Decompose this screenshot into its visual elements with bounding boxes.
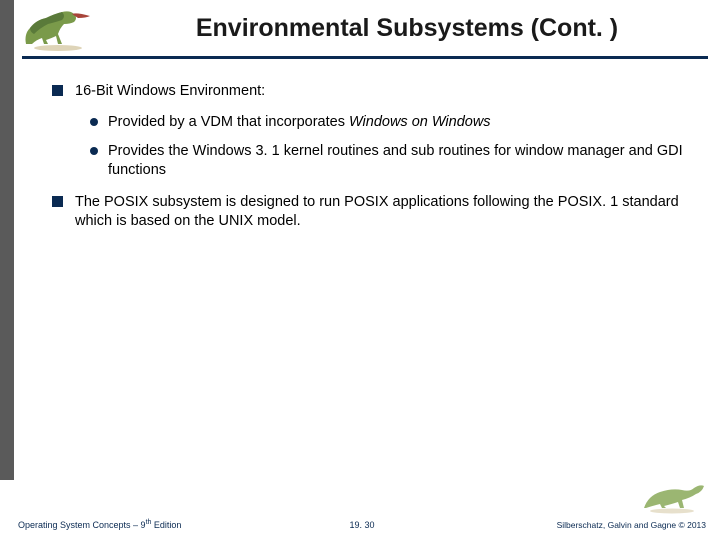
- dinosaur-logo-top: [18, 6, 98, 52]
- footer-left: Operating System Concepts – 9th Edition: [18, 519, 181, 530]
- slide-footer: Operating System Concepts – 9th Edition …: [18, 510, 706, 530]
- footer-center: 19. 30: [349, 520, 374, 530]
- text-fragment: Provided by a VDM that incorporates: [108, 114, 349, 130]
- italic-text: Windows on Windows: [349, 114, 491, 130]
- sub-bullet-item: Provided by a VDM that incorporates Wind…: [90, 113, 690, 132]
- bullet-item: 16-Bit Windows Environment:: [52, 82, 690, 101]
- slide-content: 16-Bit Windows Environment: Provided by …: [52, 82, 690, 243]
- slide-title: Environmental Subsystems (Cont. ): [110, 14, 704, 43]
- bullet-item: The POSIX subsystem is designed to run P…: [52, 193, 690, 231]
- square-bullet-icon: [52, 196, 63, 207]
- text-fragment: Provides the Windows 3. 1 kernel routine…: [108, 143, 683, 178]
- square-bullet-icon: [52, 85, 63, 96]
- dinosaur-logo-bottom: [638, 478, 708, 514]
- left-sidebar: [0, 0, 14, 480]
- round-bullet-icon: [90, 118, 98, 126]
- footer-right: Silberschatz, Galvin and Gagne © 2013: [557, 520, 706, 530]
- title-underline: [22, 56, 708, 59]
- round-bullet-icon: [90, 147, 98, 155]
- sub-bullet-text: Provides the Windows 3. 1 kernel routine…: [108, 142, 690, 180]
- footer-text: Operating System Concepts – 9: [18, 520, 146, 530]
- footer-text: Edition: [151, 520, 181, 530]
- sub-bullet-list: Provided by a VDM that incorporates Wind…: [90, 113, 690, 180]
- bullet-text: 16-Bit Windows Environment:: [75, 82, 265, 101]
- sub-bullet-text: Provided by a VDM that incorporates Wind…: [108, 113, 491, 132]
- sub-bullet-item: Provides the Windows 3. 1 kernel routine…: [90, 142, 690, 180]
- bullet-text: The POSIX subsystem is designed to run P…: [75, 193, 690, 231]
